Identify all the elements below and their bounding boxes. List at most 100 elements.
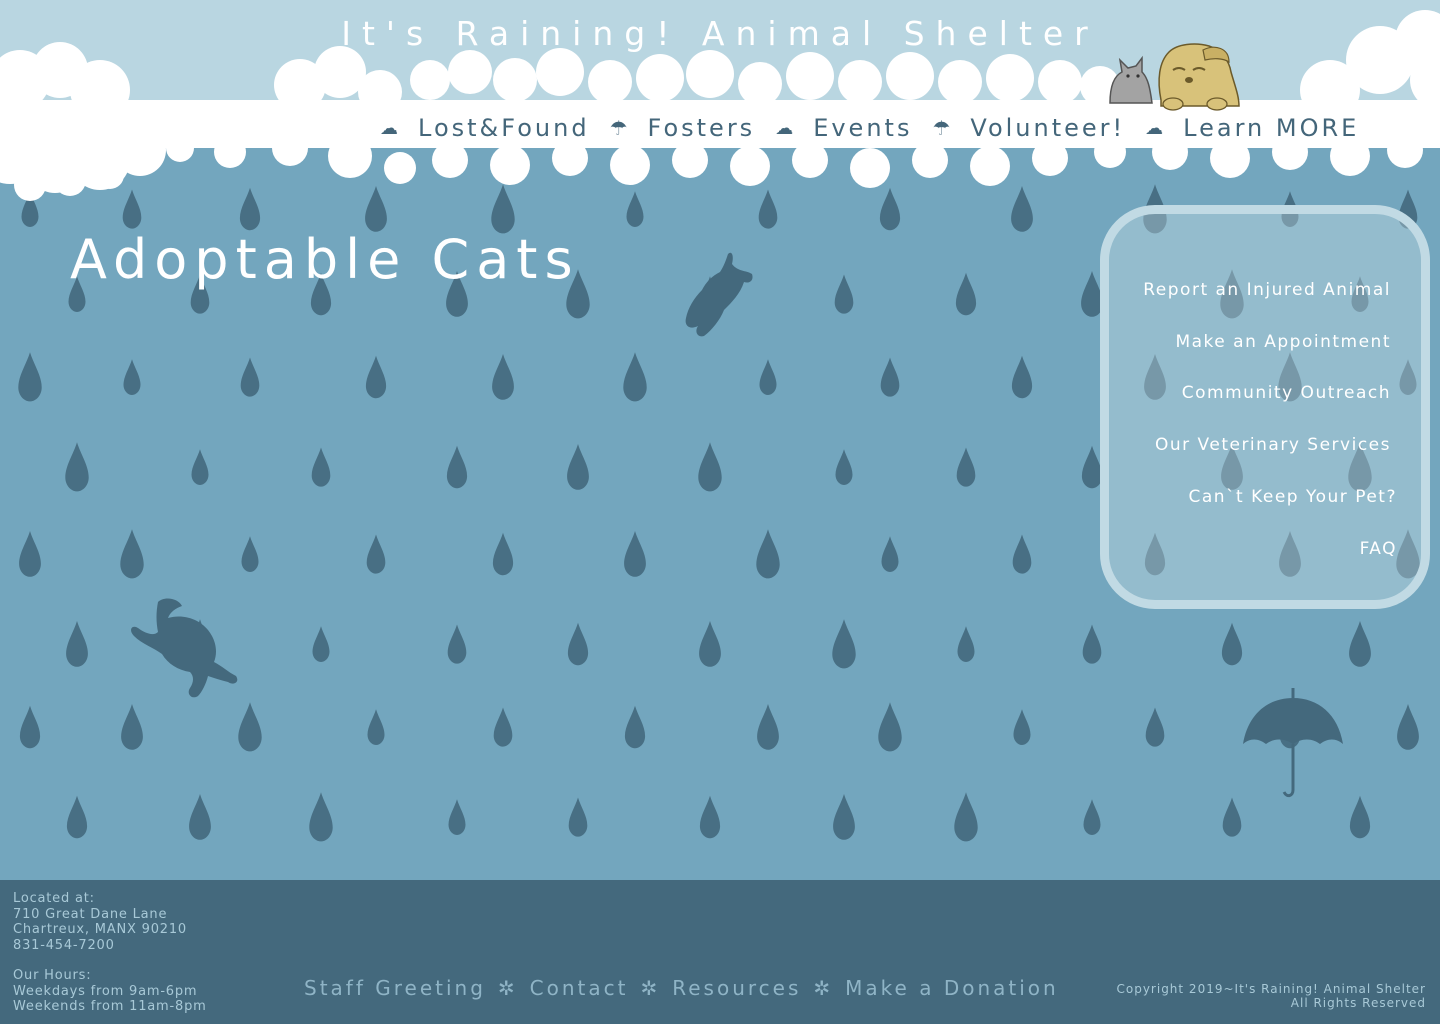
umbrella-icon: ☂ <box>609 116 628 140</box>
raindrop <box>191 449 209 485</box>
hours-weekdays: Weekdays from 9am-6pm <box>13 983 198 999</box>
raindrop <box>568 797 588 837</box>
sidebar-link-report-injured[interactable]: Report an Injured Animal <box>1143 280 1391 300</box>
cloud-icon: ☁ <box>775 117 794 139</box>
raindrop <box>1012 534 1032 574</box>
raindrop <box>957 626 975 662</box>
hours-weekends: Weekends from 11am-8pm <box>13 999 207 1014</box>
cloud-icon: ☁ <box>380 117 398 139</box>
raindrop <box>66 795 88 839</box>
raindrop <box>832 619 856 669</box>
sidebar-link-cant-keep-pet[interactable]: Can`t Keep Your Pet? <box>1188 487 1397 507</box>
raindrop <box>1145 707 1165 747</box>
raindrop <box>493 707 513 747</box>
raindrop <box>956 447 976 487</box>
raindrop <box>1397 704 1419 750</box>
raindrop <box>121 704 143 750</box>
raindrop <box>19 531 41 577</box>
raindrop <box>309 792 333 842</box>
raindrop <box>567 444 589 490</box>
raindrop <box>759 359 777 395</box>
umbrella-icon <box>1243 688 1343 798</box>
asterisk-separator-icon: ✲ <box>497 976 518 1000</box>
raindrop <box>448 799 466 835</box>
raindrop <box>19 705 41 749</box>
address-line2: Chartreux, MANX 90210 <box>13 922 188 937</box>
raindrop <box>623 352 647 402</box>
nav-fosters[interactable]: Fosters <box>648 114 756 142</box>
raindrop <box>878 702 902 752</box>
footer: Located at: 710 Great Dane Lane Chartreu… <box>0 880 1440 1024</box>
raindrop <box>835 449 853 485</box>
phone-number: 831-454-7200 <box>13 937 115 953</box>
raindrop <box>881 536 899 572</box>
raindrop <box>954 792 978 842</box>
nav-lost-found[interactable]: Lost&Found <box>418 114 590 142</box>
raindrop <box>123 359 141 395</box>
nav-events[interactable]: Events <box>813 114 912 142</box>
raindrop <box>757 704 779 750</box>
sidebar-link-community-outreach[interactable]: Community Outreach <box>1182 383 1391 403</box>
raindrop <box>311 447 331 487</box>
nav-learn-more[interactable]: Learn MORE <box>1183 114 1359 142</box>
raindrop <box>699 621 721 667</box>
raindrop <box>834 274 854 314</box>
raindrop <box>312 626 330 662</box>
raindrop <box>624 705 646 749</box>
raindrop <box>1082 624 1102 664</box>
raindrop <box>1221 622 1243 666</box>
raindrop <box>65 442 89 492</box>
site-title: It's Raining! Animal Shelter <box>341 14 1099 53</box>
raindrop <box>1013 709 1031 745</box>
sidebar-link-faq[interactable]: FAQ <box>1360 539 1397 559</box>
raindrop <box>1349 795 1371 839</box>
raindrop <box>1083 799 1101 835</box>
falling-cat-upside-down-icon <box>131 598 238 698</box>
main-nav: ☁ Lost&Found ☂ Fosters ☁ Events ☂ Volunt… <box>360 108 1440 148</box>
cat-mascot-icon <box>1109 55 1153 104</box>
footer-nav: Staff Greeting ✲ Contact ✲ Resources ✲ M… <box>304 976 1059 1000</box>
asterisk-separator-icon: ✲ <box>813 976 834 1000</box>
raindrop <box>240 357 260 397</box>
nav-volunteer[interactable]: Volunteer! <box>970 114 1125 142</box>
page-title: Adoptable Cats <box>70 228 580 291</box>
raindrop <box>367 709 385 745</box>
asterisk-separator-icon: ✲ <box>640 976 661 1000</box>
raindrop <box>66 621 88 667</box>
sidebar-link-make-appointment[interactable]: Make an Appointment <box>1175 332 1391 352</box>
raindrop <box>698 442 722 492</box>
address-line1: 710 Great Dane Lane <box>13 906 168 922</box>
raindrop <box>756 529 780 579</box>
raindrop <box>241 536 259 572</box>
raindrop <box>18 352 42 402</box>
raindrop <box>833 794 855 840</box>
raindrop <box>492 354 514 400</box>
footer-link-staff-greeting[interactable]: Staff Greeting <box>304 976 486 1000</box>
footer-link-contact[interactable]: Contact <box>530 976 629 1000</box>
raindrop <box>699 795 721 839</box>
raindrop <box>1222 797 1242 837</box>
footer-link-resources[interactable]: Resources <box>672 976 801 1000</box>
raindrop <box>365 355 387 399</box>
raindrop <box>189 794 211 840</box>
falling-cat-icon <box>685 252 753 337</box>
raindrop <box>447 624 467 664</box>
sidebar-link-veterinary-services[interactable]: Our Veterinary Services <box>1155 435 1391 455</box>
raindrop <box>366 534 386 574</box>
copyright-text: Copyright 2019~It's Raining! Animal Shel… <box>1116 982 1426 1010</box>
umbrella-icon: ☂ <box>932 116 951 140</box>
raindrop <box>567 622 589 666</box>
raindrop <box>446 445 468 489</box>
footer-link-make-donation[interactable]: Make a Donation <box>845 976 1059 1000</box>
hours-label: Our Hours: <box>13 968 92 983</box>
raindrop <box>880 357 900 397</box>
footer-address-block: Located at: 710 Great Dane Lane Chartreu… <box>13 891 207 1015</box>
cloud-icon: ☁ <box>1145 117 1164 139</box>
raindrop <box>1349 621 1371 667</box>
raindrop <box>492 532 514 576</box>
raindrop <box>955 272 977 316</box>
copyright-line2: All Rights Reserved <box>1290 996 1426 1010</box>
copyright-line1: Copyright 2019~It's Raining! Animal Shel… <box>1116 982 1426 996</box>
sidebar-panel: Report an Injured Animal Make an Appoint… <box>1100 205 1430 609</box>
